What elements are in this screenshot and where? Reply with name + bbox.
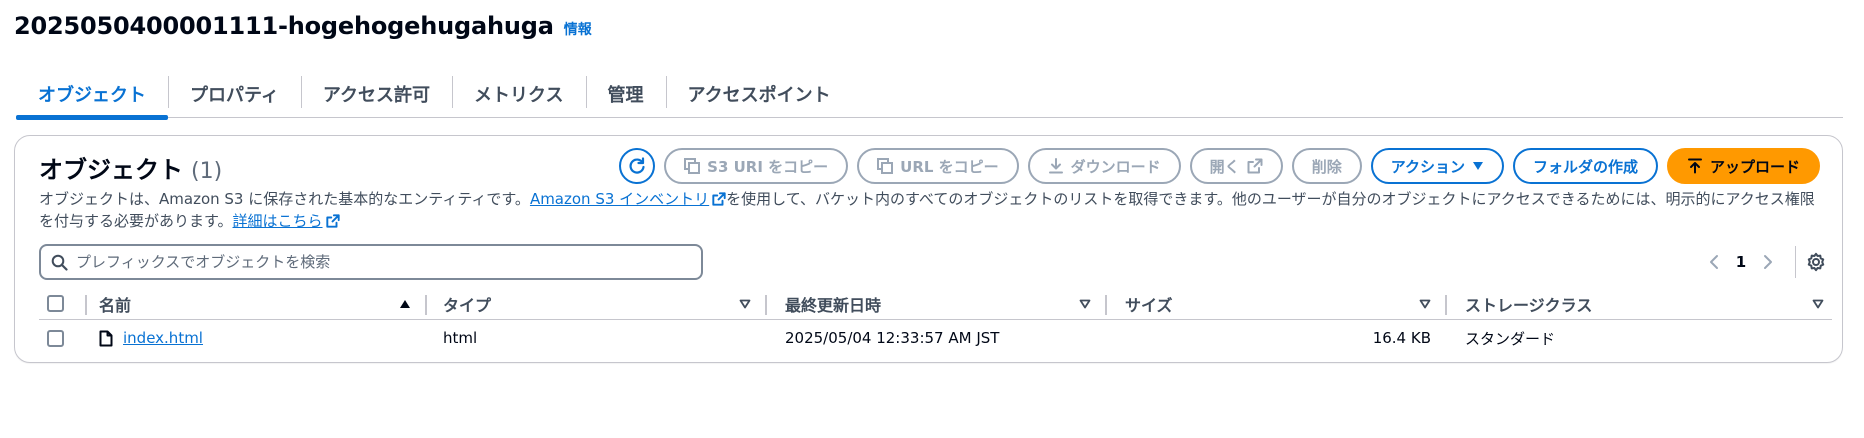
- chevron-right-icon: [1764, 255, 1772, 269]
- table-settings-button[interactable]: [1806, 252, 1826, 272]
- file-icon: [99, 330, 113, 346]
- refresh-icon: [629, 157, 645, 174]
- column-header-size[interactable]: サイズ: [1107, 288, 1447, 319]
- tab-metrics[interactable]: メトリクス: [452, 70, 585, 117]
- info-link[interactable]: 情報: [564, 19, 592, 39]
- column-size-label: サイズ: [1125, 295, 1173, 315]
- column-last-modified-label: 最終更新日時: [785, 295, 882, 315]
- refresh-button[interactable]: [619, 148, 656, 184]
- pager-divider: [1795, 246, 1796, 278]
- column-header-name[interactable]: 名前: [87, 288, 427, 319]
- copy-icon: [684, 158, 701, 174]
- learn-more-link[interactable]: 詳細はこちら: [233, 212, 323, 230]
- tab-properties[interactable]: プロパティ: [168, 70, 301, 117]
- column-header-storage-class[interactable]: ストレージクラス: [1447, 288, 1832, 319]
- next-page-button[interactable]: [1753, 254, 1783, 270]
- download-label: ダウンロード: [1070, 157, 1161, 176]
- delete-button[interactable]: 削除: [1291, 148, 1362, 184]
- delete-label: 削除: [1311, 157, 1342, 176]
- actions-dropdown[interactable]: アクション: [1370, 148, 1504, 184]
- copy-url-button[interactable]: URL をコピー: [857, 148, 1019, 184]
- pagination: 1: [1699, 244, 1826, 280]
- open-button[interactable]: 開く: [1189, 148, 1283, 184]
- copy-icon: [877, 158, 894, 174]
- gear-icon: [1807, 252, 1825, 272]
- column-name-label: 名前: [99, 295, 132, 315]
- prev-page-button[interactable]: [1699, 254, 1729, 270]
- download-icon: [1048, 158, 1063, 174]
- cell-size: 16.4 KB: [1107, 320, 1447, 356]
- description-text-1: オブジェクトは、Amazon S3 に保存された基本的なエンティティです。: [39, 190, 530, 208]
- upload-button[interactable]: アップロード: [1666, 148, 1820, 184]
- cell-storage-class: スタンダード: [1447, 320, 1832, 356]
- copy-s3-uri-label: S3 URI をコピー: [707, 157, 829, 176]
- download-button[interactable]: ダウンロード: [1027, 148, 1181, 184]
- cell-name: index.html: [87, 320, 427, 356]
- column-type-label: タイプ: [443, 295, 492, 315]
- object-storage-class: スタンダード: [1465, 329, 1556, 348]
- create-folder-button[interactable]: フォルダの作成: [1512, 148, 1658, 184]
- object-size: 16.4 KB: [1372, 329, 1431, 347]
- search-icon: [51, 254, 68, 271]
- sort-icon: [1419, 299, 1431, 309]
- external-link-icon: [325, 214, 340, 228]
- cell-type: html: [427, 320, 767, 356]
- bucket-name: 2025050400001111-hogehogehugahuga: [14, 12, 554, 40]
- sort-icon: [739, 299, 751, 309]
- object-type: html: [443, 329, 478, 347]
- select-all-checkbox[interactable]: [47, 295, 64, 312]
- tab-permissions[interactable]: アクセス許可: [300, 70, 452, 117]
- bucket-header: 2025050400001111-hogehogehugahuga 情報: [14, 12, 592, 40]
- row-checkbox-cell: [39, 320, 87, 356]
- copy-url-label: URL をコピー: [900, 157, 999, 176]
- current-page[interactable]: 1: [1729, 253, 1753, 271]
- objects-count: (1): [191, 159, 223, 184]
- external-link-icon: [1247, 158, 1263, 174]
- sort-icon: [1812, 299, 1824, 309]
- create-folder-label: フォルダの作成: [1532, 157, 1638, 176]
- upload-label: アップロード: [1709, 157, 1800, 176]
- column-storage-class-label: ストレージクラス: [1465, 295, 1593, 315]
- column-header-last-modified[interactable]: 最終更新日時: [767, 288, 1107, 319]
- objects-title: オブジェクト: [39, 156, 183, 184]
- object-name: index.html: [99, 329, 203, 347]
- open-label: 開く: [1209, 157, 1240, 176]
- search-box: [39, 244, 703, 280]
- tab-bar: オブジェクト プロパティ アクセス許可 メトリクス 管理 アクセスポイント: [16, 70, 1843, 120]
- objects-table: 名前 タイプ 最終更新日時 サイズ ストレージクラス index.html ht…: [39, 288, 1832, 356]
- objects-description: オブジェクトは、Amazon S3 に保存された基本的なエンティティです。Ama…: [39, 188, 1829, 232]
- caret-down-icon: [1472, 162, 1483, 170]
- tab-access-points[interactable]: アクセスポイント: [665, 70, 853, 117]
- sort-ascending-icon: [399, 299, 411, 309]
- table-header-row: 名前 タイプ 最終更新日時 サイズ ストレージクラス: [39, 288, 1832, 320]
- objects-toolbar: S3 URI をコピー URL をコピー ダウンロード 開く 削除 アクション …: [619, 148, 1820, 184]
- actions-label: アクション: [1390, 157, 1465, 176]
- row-checkbox[interactable]: [47, 329, 64, 347]
- sort-icon: [1079, 299, 1091, 309]
- inventory-link[interactable]: Amazon S3 インベントリ: [530, 190, 709, 208]
- cell-last-modified: 2025/05/04 12:33:57 AM JST: [767, 320, 1107, 356]
- tab-objects[interactable]: オブジェクト: [16, 70, 168, 120]
- copy-s3-uri-button[interactable]: S3 URI をコピー: [664, 148, 849, 184]
- external-link-icon: [712, 192, 726, 206]
- objects-panel-header: オブジェクト (1): [39, 150, 222, 185]
- objects-panel: オブジェクト (1) S3 URI をコピー URL をコピー ダウンロード 開…: [14, 135, 1843, 363]
- object-link[interactable]: index.html: [123, 329, 203, 347]
- search-input[interactable]: [76, 253, 676, 271]
- upload-icon: [1687, 158, 1702, 174]
- table-row: index.html html 2025/05/04 12:33:57 AM J…: [39, 320, 1832, 356]
- object-last-modified: 2025/05/04 12:33:57 AM JST: [785, 329, 1000, 347]
- tab-management[interactable]: 管理: [585, 70, 666, 117]
- column-header-type[interactable]: タイプ: [427, 288, 767, 319]
- chevron-left-icon: [1710, 255, 1718, 269]
- header-checkbox-cell: [39, 288, 87, 319]
